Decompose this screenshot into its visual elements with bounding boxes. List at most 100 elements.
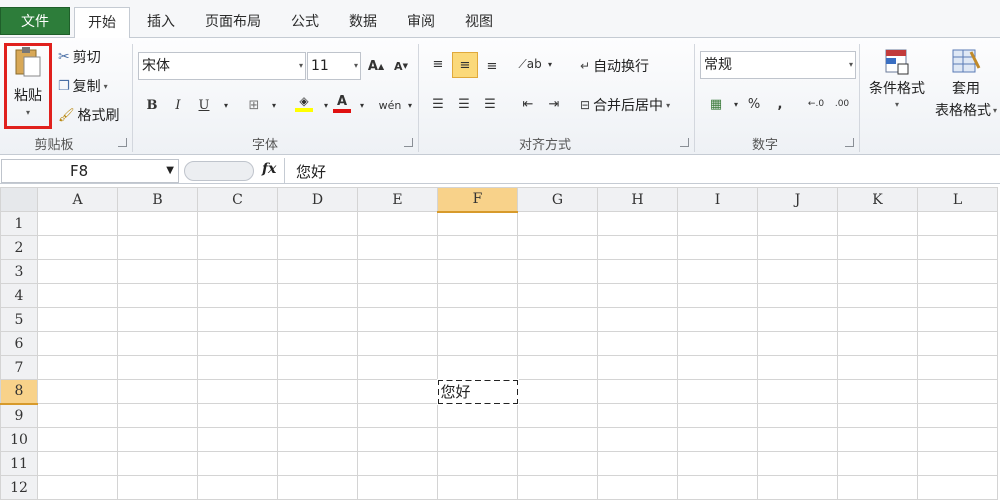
cell[interactable]: [517, 379, 598, 404]
column-header[interactable]: H: [597, 187, 678, 212]
column-header[interactable]: L: [917, 187, 998, 212]
cell[interactable]: [197, 211, 278, 236]
cell[interactable]: [277, 451, 358, 476]
cell[interactable]: [597, 283, 678, 308]
cell[interactable]: [517, 235, 598, 260]
format-painter-button[interactable]: 🖌 格式刷: [58, 105, 120, 125]
column-header[interactable]: E: [357, 187, 438, 212]
cell[interactable]: [917, 427, 998, 452]
column-header[interactable]: D: [277, 187, 358, 212]
font-color-dropdown-icon[interactable]: ▾: [350, 93, 374, 117]
cell[interactable]: [277, 235, 358, 260]
cell[interactable]: [757, 451, 838, 476]
underline-dropdown-icon[interactable]: ▾: [214, 93, 238, 117]
row-header[interactable]: 4: [0, 283, 38, 308]
cell[interactable]: [677, 283, 758, 308]
cell[interactable]: [437, 355, 518, 380]
row-header[interactable]: 5: [0, 307, 38, 332]
cell[interactable]: [117, 427, 198, 452]
cell[interactable]: [837, 211, 918, 236]
font-name-select[interactable]: 宋体 ▾: [138, 52, 306, 80]
cell[interactable]: [437, 235, 518, 260]
underline-icon[interactable]: U: [192, 93, 216, 117]
cell[interactable]: [437, 451, 518, 476]
cell[interactable]: [757, 403, 838, 428]
cell[interactable]: [517, 403, 598, 428]
cell[interactable]: [197, 451, 278, 476]
cell[interactable]: [757, 259, 838, 284]
cell[interactable]: [117, 331, 198, 356]
cell[interactable]: [597, 235, 678, 260]
cell[interactable]: [197, 259, 278, 284]
cell[interactable]: [37, 331, 118, 356]
cell[interactable]: [437, 307, 518, 332]
tab-view[interactable]: 视图: [458, 7, 500, 38]
cell[interactable]: [357, 403, 438, 428]
cell[interactable]: [357, 451, 438, 476]
shrink-font-icon[interactable]: A ▼: [389, 54, 413, 78]
cell[interactable]: [837, 379, 918, 404]
cell[interactable]: [677, 403, 758, 428]
cell[interactable]: [437, 211, 518, 236]
insert-function-icon[interactable]: fx: [262, 161, 276, 177]
merge-dropdown-icon[interactable]: ▾: [666, 101, 670, 110]
cell[interactable]: [757, 475, 838, 500]
row-header[interactable]: 2: [0, 235, 38, 260]
cell[interactable]: [517, 307, 598, 332]
row-header[interactable]: 7: [0, 355, 38, 380]
cell[interactable]: [757, 283, 838, 308]
formula-input[interactable]: 您好: [296, 161, 326, 182]
cell[interactable]: [117, 379, 198, 404]
cell[interactable]: [677, 307, 758, 332]
cell[interactable]: [197, 475, 278, 500]
cell[interactable]: [757, 379, 838, 404]
cell[interactable]: [517, 211, 598, 236]
cell[interactable]: [117, 211, 198, 236]
cell[interactable]: [197, 331, 278, 356]
cell[interactable]: [677, 331, 758, 356]
cell[interactable]: [117, 451, 198, 476]
wrap-text-button[interactable]: ↵ 自动换行: [580, 56, 649, 76]
cell[interactable]: [597, 331, 678, 356]
cell[interactable]: [517, 259, 598, 284]
tab-data[interactable]: 数据: [342, 7, 384, 38]
cell[interactable]: [597, 259, 678, 284]
cell[interactable]: [357, 331, 438, 356]
align-right-icon[interactable]: ☰: [478, 92, 502, 116]
cell[interactable]: [37, 283, 118, 308]
cell[interactable]: [837, 427, 918, 452]
cell[interactable]: [197, 307, 278, 332]
cell[interactable]: [117, 355, 198, 380]
cell[interactable]: [597, 427, 678, 452]
paste-button[interactable]: 粘贴 ▾: [10, 46, 46, 117]
column-header[interactable]: B: [117, 187, 198, 212]
cell[interactable]: [677, 211, 758, 236]
percent-icon[interactable]: %: [742, 92, 766, 116]
cell[interactable]: [117, 235, 198, 260]
cell[interactable]: [517, 283, 598, 308]
cell[interactable]: [597, 307, 678, 332]
cell[interactable]: [277, 259, 358, 284]
cell[interactable]: [677, 379, 758, 404]
cell[interactable]: [597, 211, 678, 236]
cell[interactable]: [837, 307, 918, 332]
cell[interactable]: [837, 355, 918, 380]
bold-icon[interactable]: B: [140, 93, 164, 117]
select-all-corner[interactable]: [0, 187, 38, 212]
merge-center-button[interactable]: ⊟ 合并后居中 ▾: [580, 95, 670, 115]
cell[interactable]: [517, 331, 598, 356]
cell[interactable]: [37, 427, 118, 452]
align-bottom-icon[interactable]: ≡: [480, 54, 504, 78]
comma-icon[interactable]: ,: [768, 92, 792, 116]
row-header[interactable]: 3: [0, 259, 38, 284]
cell[interactable]: [917, 331, 998, 356]
increase-indent-icon[interactable]: ⇥: [542, 92, 566, 116]
cell[interactable]: [277, 403, 358, 428]
cell[interactable]: [277, 211, 358, 236]
cell[interactable]: [917, 475, 998, 500]
cell[interactable]: [757, 307, 838, 332]
decrease-decimal-icon[interactable]: .00: [830, 92, 854, 116]
tab-insert[interactable]: 插入: [140, 7, 182, 38]
formula-bar-divider[interactable]: [184, 161, 254, 181]
cell[interactable]: [37, 451, 118, 476]
